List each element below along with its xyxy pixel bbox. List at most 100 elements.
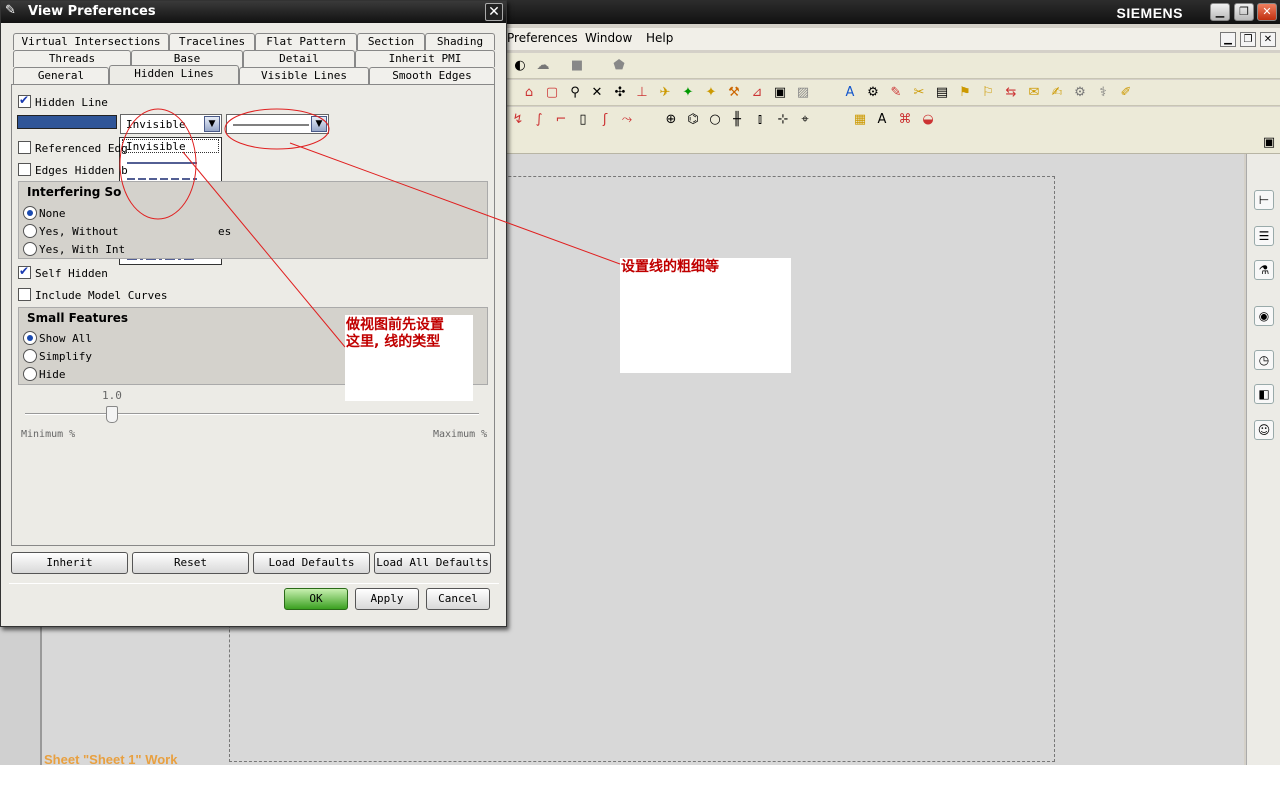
point-icon[interactable]: ✣ — [611, 84, 629, 102]
hidden-line-color-swatch[interactable] — [17, 115, 117, 129]
close-app-icon[interactable]: ✕ — [1257, 3, 1277, 21]
tool-hammer-icon[interactable]: ⚒ — [725, 84, 743, 102]
tab-inherit-pmi[interactable]: Inherit PMI — [355, 50, 495, 67]
text-icon[interactable]: A — [873, 111, 891, 129]
show-all-radio[interactable] — [23, 331, 37, 345]
tab-virtual-intersections[interactable]: Virtual Intersections — [13, 33, 169, 50]
history-icon[interactable]: ◷ — [1254, 350, 1274, 370]
tab-tracelines[interactable]: Tracelines — [169, 33, 255, 50]
bolt-circle-icon[interactable]: ⌬ — [684, 111, 702, 129]
menu-preferences[interactable]: Preferences — [507, 31, 578, 45]
dialog-close-icon[interactable]: ✕ — [485, 3, 503, 21]
symbol-11-icon[interactable]: ⚕ — [1094, 84, 1112, 102]
symbol-4-icon[interactable]: ▤ — [933, 84, 951, 102]
small-features-slider-track[interactable] — [25, 413, 479, 415]
roles-icon[interactable]: ☺ — [1254, 420, 1274, 440]
tab-detail[interactable]: Detail — [243, 50, 355, 67]
sym-centerline-icon[interactable]: ╫ — [728, 111, 746, 129]
chevron-down-icon[interactable]: ▼ — [204, 116, 220, 132]
tab-visible-lines[interactable]: Visible Lines — [239, 67, 369, 84]
tab-section[interactable]: Section — [357, 33, 425, 50]
tab-hidden-lines[interactable]: Hidden Lines — [109, 65, 239, 84]
symbol-3-icon[interactable]: ✂ — [910, 84, 928, 102]
referenced-edges-checkbox[interactable] — [18, 141, 31, 154]
symbol-10-icon[interactable]: ⚙ — [1071, 84, 1089, 102]
delete-icon[interactable]: ✕ — [588, 84, 606, 102]
interfering-without-radio[interactable] — [23, 224, 37, 238]
drafting-tool-2-icon[interactable]: ▢ — [543, 84, 561, 102]
view-orient-icon[interactable]: ⬟ — [610, 57, 628, 75]
symbol-5-icon[interactable]: ⚑ — [956, 84, 974, 102]
hide-radio[interactable] — [23, 367, 37, 381]
apply-button[interactable]: Apply — [355, 588, 419, 610]
line-type-option-solid[interactable] — [122, 155, 219, 169]
menu-window[interactable]: Window — [585, 31, 632, 45]
zoom-icon[interactable]: ⚲ — [566, 84, 584, 102]
palette-icon[interactable]: ◧ — [1254, 384, 1274, 404]
menu-help[interactable]: Help — [646, 31, 673, 45]
sheet-icon[interactable]: ▯ — [574, 111, 592, 129]
centerline-3-icon[interactable]: ⊹ — [774, 111, 792, 129]
symbol-9-icon[interactable]: ✍ — [1048, 84, 1066, 102]
render-icon[interactable]: ☁ — [534, 57, 552, 75]
tool-mark-icon[interactable]: ⊿ — [748, 84, 766, 102]
curve-4-icon[interactable]: ʃ — [596, 111, 614, 129]
simplify-radio[interactable] — [23, 349, 37, 363]
face-color-icon[interactable]: ■ — [568, 57, 586, 75]
line-width-combo[interactable]: ▼ — [226, 114, 329, 134]
target-icon[interactable]: ⌖ — [796, 111, 814, 129]
load-defaults-button[interactable]: Load Defaults — [253, 552, 370, 574]
flag-icon[interactable]: ✈ — [656, 84, 674, 102]
part-navigator-icon[interactable]: ☰ — [1254, 226, 1274, 246]
cancel-button[interactable]: Cancel — [426, 588, 490, 610]
line-type-option-invisible[interactable]: Invisible — [122, 139, 219, 153]
tab-smooth-edges[interactable]: Smooth Edges — [369, 67, 495, 84]
ok-button[interactable]: OK — [284, 588, 348, 610]
interfering-with-radio[interactable] — [23, 242, 37, 256]
tab-shading[interactable]: Shading — [425, 33, 495, 50]
reuse-library-icon[interactable]: ⚗ — [1254, 260, 1274, 280]
small-features-slider-thumb[interactable] — [106, 406, 118, 423]
interfering-none-radio[interactable] — [23, 206, 37, 220]
text-annot-icon[interactable]: A — [841, 84, 859, 102]
hidden-line-checkbox[interactable] — [18, 93, 31, 108]
curve-2-icon[interactable]: ∫ — [530, 111, 548, 129]
fit-icon[interactable]: ▣ — [1260, 134, 1278, 152]
symbol-2-icon[interactable]: ✎ — [887, 84, 905, 102]
self-hidden-checkbox[interactable] — [18, 264, 31, 279]
shading-icon[interactable]: ◐ — [511, 57, 529, 75]
tab-flat-pattern[interactable]: Flat Pattern — [255, 33, 357, 50]
reset-button[interactable]: Reset — [132, 552, 249, 574]
centerline-2-icon[interactable]: ⫾ — [751, 111, 769, 129]
line-type-combo[interactable]: Invisible ▼ — [120, 114, 222, 134]
orange-tool-icon[interactable]: ✦ — [702, 84, 720, 102]
circle-icon[interactable]: ○ — [706, 111, 724, 129]
assembly-navigator-icon[interactable]: ⊢ — [1254, 190, 1274, 210]
include-model-curves-checkbox[interactable] — [18, 288, 31, 301]
datum-icon[interactable]: ⊥ — [633, 84, 651, 102]
label-icon[interactable]: ⌘ — [896, 111, 914, 129]
mdi-restore-icon[interactable]: ❐ — [1240, 32, 1256, 47]
chevron-down-icon[interactable]: ▼ — [311, 116, 327, 132]
symbol-8-icon[interactable]: ✉ — [1025, 84, 1043, 102]
web-browser-icon[interactable]: ◉ — [1254, 306, 1274, 326]
symbol-6-icon[interactable]: ⚐ — [979, 84, 997, 102]
curve-3-icon[interactable]: ⌐ — [552, 111, 570, 129]
green-tool-icon[interactable]: ✦ — [679, 84, 697, 102]
symbol-1-icon[interactable]: ⚙ — [864, 84, 882, 102]
minimize-icon[interactable]: ▁ — [1210, 3, 1230, 21]
curve-1-icon[interactable]: ↯ — [509, 111, 527, 129]
balloon-icon[interactable]: ◒ — [919, 111, 937, 129]
mdi-minimize-icon[interactable]: ▁ — [1220, 32, 1236, 47]
symbol-7-icon[interactable]: ⇆ — [1002, 84, 1020, 102]
table-icon[interactable]: ▦ — [851, 111, 869, 129]
curve-5-icon[interactable]: ⤳ — [618, 111, 636, 129]
image-icon[interactable]: ▣ — [771, 84, 789, 102]
tab-general[interactable]: General — [13, 67, 109, 84]
maximize-icon[interactable]: ❐ — [1234, 3, 1254, 21]
drafting-tool-1-icon[interactable]: ⌂ — [520, 84, 538, 102]
symbol-12-icon[interactable]: ✐ — [1117, 84, 1135, 102]
load-all-defaults-button[interactable]: Load All Defaults — [374, 552, 491, 574]
mdi-close-icon[interactable]: ✕ — [1260, 32, 1276, 47]
dialog-titlebar[interactable]: ✎ View Preferences ✕ — [1, 1, 506, 23]
